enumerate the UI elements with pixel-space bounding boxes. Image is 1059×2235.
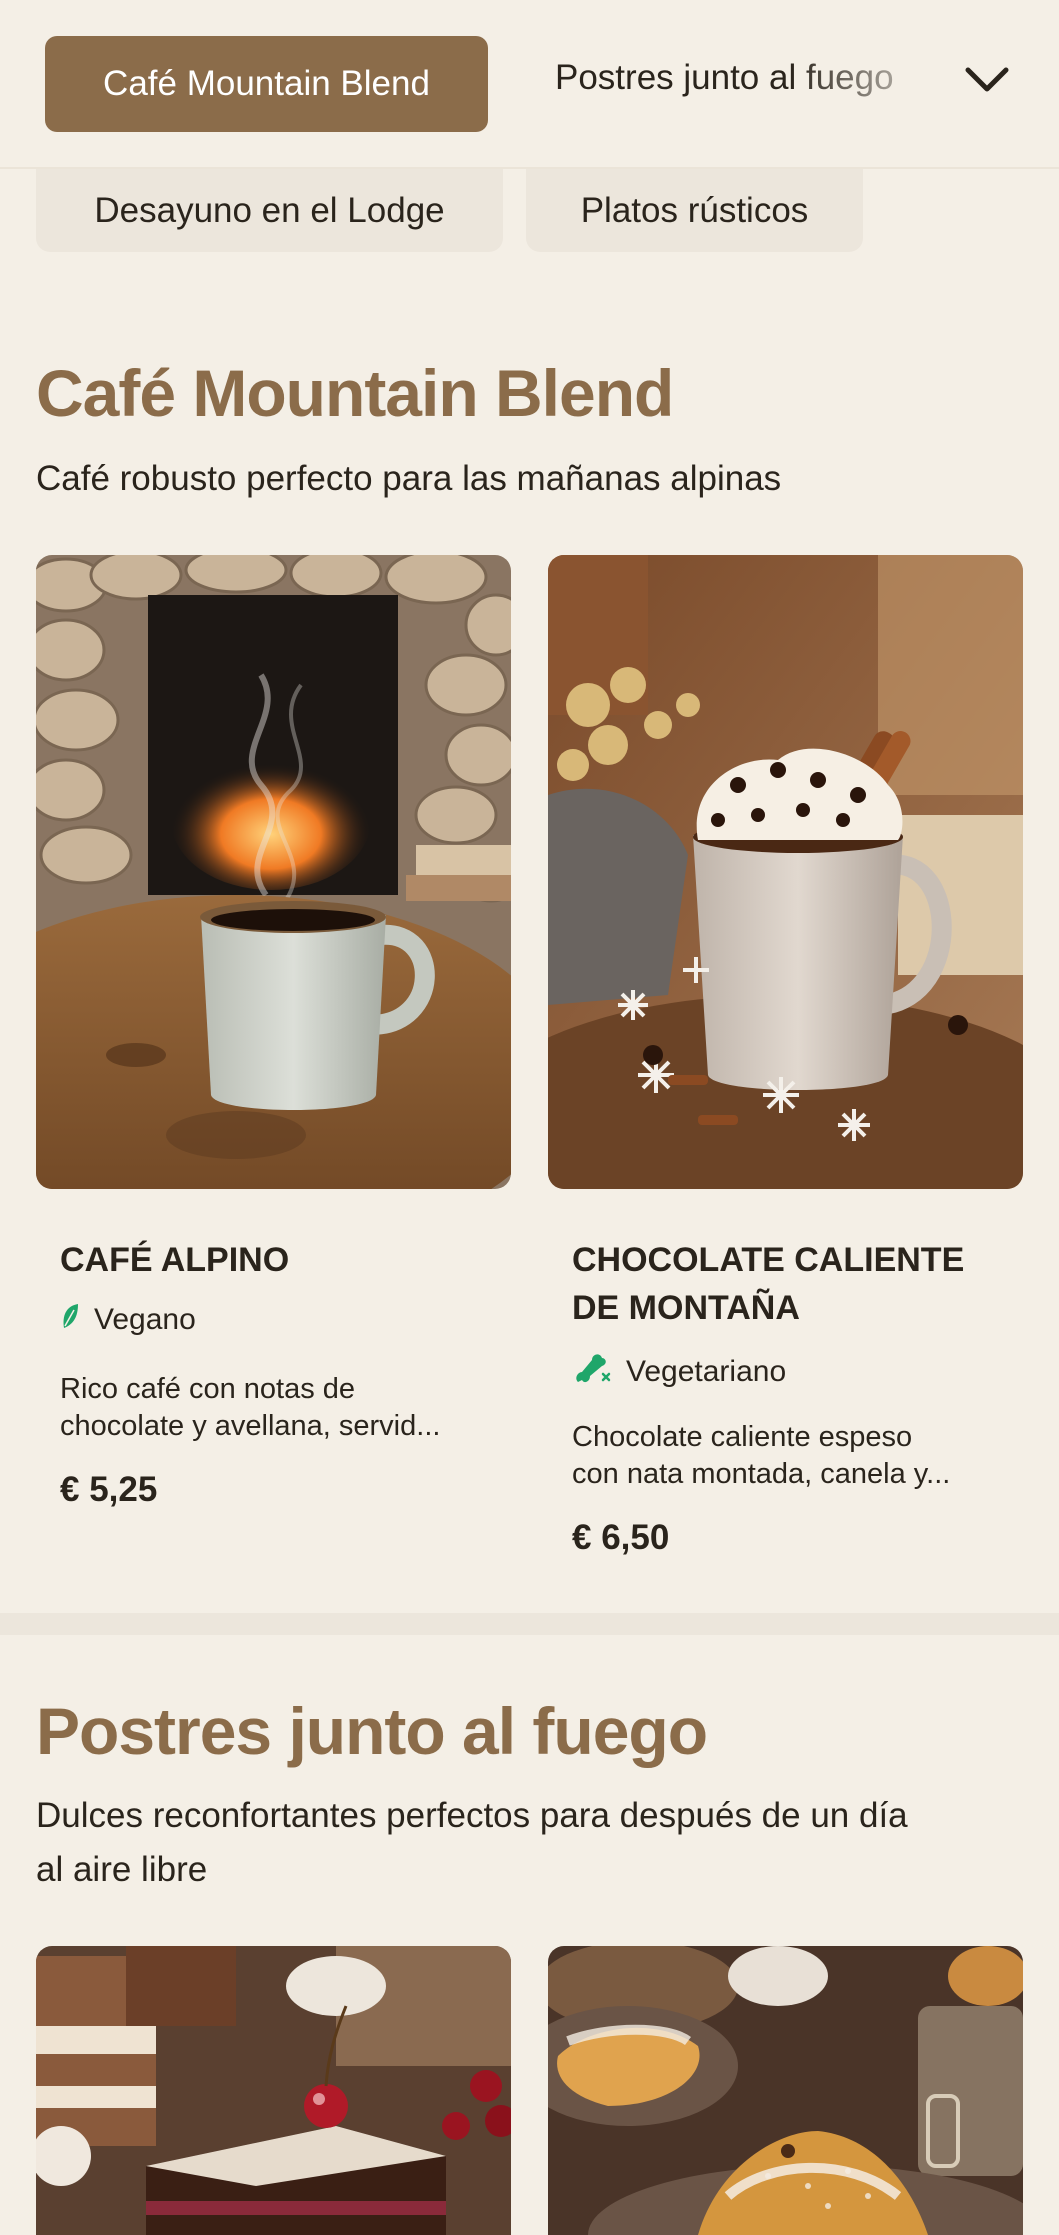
item-name[interactable]: CHOCOLATE CALIENTE DE MONTAÑA bbox=[572, 1236, 1002, 1332]
item-description: Rico café con notas de chocolate y avell… bbox=[60, 1373, 441, 1442]
section-title: Postres junto al fuego bbox=[36, 1694, 708, 1768]
section-subtitle: Café robusto perfecto para las mañanas a… bbox=[36, 459, 782, 498]
diet-badge: Vegetariano bbox=[572, 1350, 786, 1394]
leaf-icon bbox=[60, 1302, 94, 1338]
diet-label: Vegano bbox=[94, 1303, 196, 1336]
item-price: € 5,25 bbox=[60, 1470, 158, 1509]
category-nav-bar: Café Mountain Blend Postres junto al fue… bbox=[0, 0, 1059, 169]
cake-image[interactable] bbox=[36, 1946, 511, 2235]
chocolate-caliente-image[interactable] bbox=[548, 555, 1023, 1189]
item-name[interactable]: CAFÉ ALPINO bbox=[60, 1236, 490, 1284]
no-meat-icon bbox=[572, 1350, 626, 1394]
item-price: € 6,50 bbox=[572, 1518, 670, 1557]
cafe-alpino-image[interactable] bbox=[36, 555, 511, 1189]
tab-postres-junto-al-fuego[interactable]: Postres junto al fuego bbox=[555, 58, 935, 110]
tab-cafe-mountain-blend[interactable]: Café Mountain Blend bbox=[45, 36, 488, 132]
diet-badge: Vegano bbox=[60, 1302, 196, 1338]
section-divider bbox=[0, 1613, 1059, 1635]
diet-label: Vegetariano bbox=[626, 1355, 787, 1388]
section-title: Café Mountain Blend bbox=[36, 356, 674, 430]
tab-platos-rusticos[interactable]: Platos rústicos bbox=[526, 169, 863, 252]
tab-desayuno-en-el-lodge[interactable]: Desayuno en el Lodge bbox=[36, 169, 503, 252]
section-subtitle: Dulces reconfortantes perfectos para des… bbox=[36, 1796, 908, 1889]
pastry-image[interactable] bbox=[548, 1946, 1023, 2235]
item-description: Chocolate caliente espeso con nata monta… bbox=[572, 1421, 951, 1490]
chevron-down-icon[interactable] bbox=[962, 60, 1012, 100]
